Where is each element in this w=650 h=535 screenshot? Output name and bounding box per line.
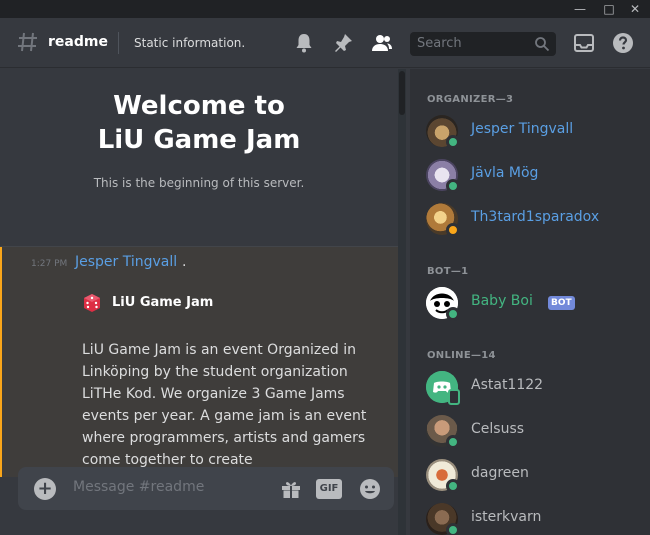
idle-status-icon bbox=[446, 223, 460, 237]
online-status-icon bbox=[446, 479, 460, 493]
member-name: Jävla Mög bbox=[471, 165, 539, 181]
message-composer[interactable]: + Message #readme GIF bbox=[18, 467, 394, 510]
member-name: Th3tard1sparadox bbox=[471, 209, 600, 225]
member-name: dagreen bbox=[471, 465, 529, 481]
member-item[interactable]: Jävla Mög bbox=[426, 159, 646, 195]
avatar bbox=[426, 203, 460, 237]
help-icon[interactable] bbox=[611, 31, 635, 55]
member-list-icon[interactable] bbox=[370, 31, 394, 55]
member-name: Celsuss bbox=[471, 421, 525, 437]
embed-title: LiU Game Jam bbox=[112, 295, 214, 310]
gift-icon[interactable] bbox=[279, 477, 303, 501]
message-author[interactable]: Jesper Tingvall bbox=[75, 254, 177, 270]
avatar bbox=[426, 287, 460, 321]
member-item[interactable]: Jesper Tingvall bbox=[426, 115, 646, 151]
hashtag-icon bbox=[16, 30, 40, 54]
chat-area: Welcome to LiU Game Jam This is the begi… bbox=[0, 69, 408, 535]
mobile-status-icon bbox=[448, 389, 460, 405]
avatar bbox=[426, 459, 460, 493]
member-item[interactable]: Astat1122 bbox=[426, 371, 646, 407]
online-status-icon bbox=[446, 307, 460, 321]
emoji-icon[interactable] bbox=[358, 477, 382, 501]
member-name: Jesper Tingvall bbox=[471, 121, 574, 137]
message-timestamp: 1:27 PM bbox=[31, 259, 68, 269]
channel-name: readme bbox=[48, 34, 108, 50]
search-input[interactable]: Search bbox=[410, 32, 556, 56]
bell-icon[interactable] bbox=[292, 31, 316, 55]
header-divider bbox=[118, 32, 119, 54]
channel-topic[interactable]: Static information. bbox=[134, 36, 245, 50]
chat-scrollbar-track[interactable] bbox=[398, 69, 406, 535]
message-text: . bbox=[182, 254, 187, 270]
window-titlebar: — □ ✕ bbox=[0, 0, 650, 18]
avatar bbox=[426, 371, 460, 405]
channel-header: readme Static information. Search bbox=[0, 18, 650, 68]
bot-badge: BOT bbox=[548, 296, 575, 310]
member-item[interactable]: Baby Boi BOT bbox=[426, 287, 646, 323]
online-status-icon bbox=[446, 523, 460, 535]
inbox-icon[interactable] bbox=[572, 31, 596, 55]
message-item[interactable]: 1:27 PM Jesper Tingvall . LiU Game Jam L… bbox=[0, 247, 398, 477]
chat-scrollbar-thumb[interactable] bbox=[399, 71, 405, 115]
member-item[interactable]: Celsuss bbox=[426, 415, 646, 451]
avatar bbox=[426, 115, 460, 149]
member-name: Baby Boi bbox=[471, 293, 533, 309]
member-item[interactable]: Th3tard1sparadox bbox=[426, 203, 646, 239]
dice-icon bbox=[82, 293, 102, 313]
member-item[interactable]: dagreen bbox=[426, 459, 646, 495]
welcome-title-line1: Welcome to bbox=[113, 91, 285, 121]
avatar bbox=[426, 503, 460, 535]
member-list: ORGANIZER—3 Jesper Tingvall Jävla Mög Th… bbox=[410, 69, 650, 535]
section-header-organizer: ORGANIZER—3 bbox=[427, 94, 514, 105]
search-placeholder: Search bbox=[417, 36, 462, 51]
member-item[interactable]: isterkvarn bbox=[426, 503, 646, 535]
welcome-subtitle: This is the beginning of this server. bbox=[93, 176, 305, 190]
member-name: isterkvarn bbox=[471, 509, 542, 525]
section-header-bot: BOT—1 bbox=[427, 266, 469, 277]
section-header-online: ONLINE—14 bbox=[427, 350, 496, 361]
gif-button[interactable]: GIF bbox=[316, 479, 342, 499]
avatar bbox=[426, 415, 460, 449]
online-status-icon bbox=[446, 179, 460, 193]
welcome-title-line2: LiU Game Jam bbox=[97, 125, 301, 155]
message-input[interactable]: Message #readme bbox=[73, 479, 204, 495]
search-icon bbox=[534, 36, 550, 52]
member-name: Astat1122 bbox=[471, 377, 544, 393]
close-button[interactable]: ✕ bbox=[620, 0, 650, 18]
upload-plus-icon[interactable]: + bbox=[34, 478, 56, 500]
online-status-icon bbox=[446, 435, 460, 449]
avatar bbox=[426, 159, 460, 193]
message-body: LiU Game Jam is an event Organized in Li… bbox=[82, 342, 367, 468]
minimize-button[interactable]: — bbox=[565, 0, 595, 18]
online-status-icon bbox=[446, 135, 460, 149]
welcome-title: Welcome to LiU Game Jam bbox=[0, 89, 398, 157]
pin-icon[interactable] bbox=[331, 31, 355, 55]
